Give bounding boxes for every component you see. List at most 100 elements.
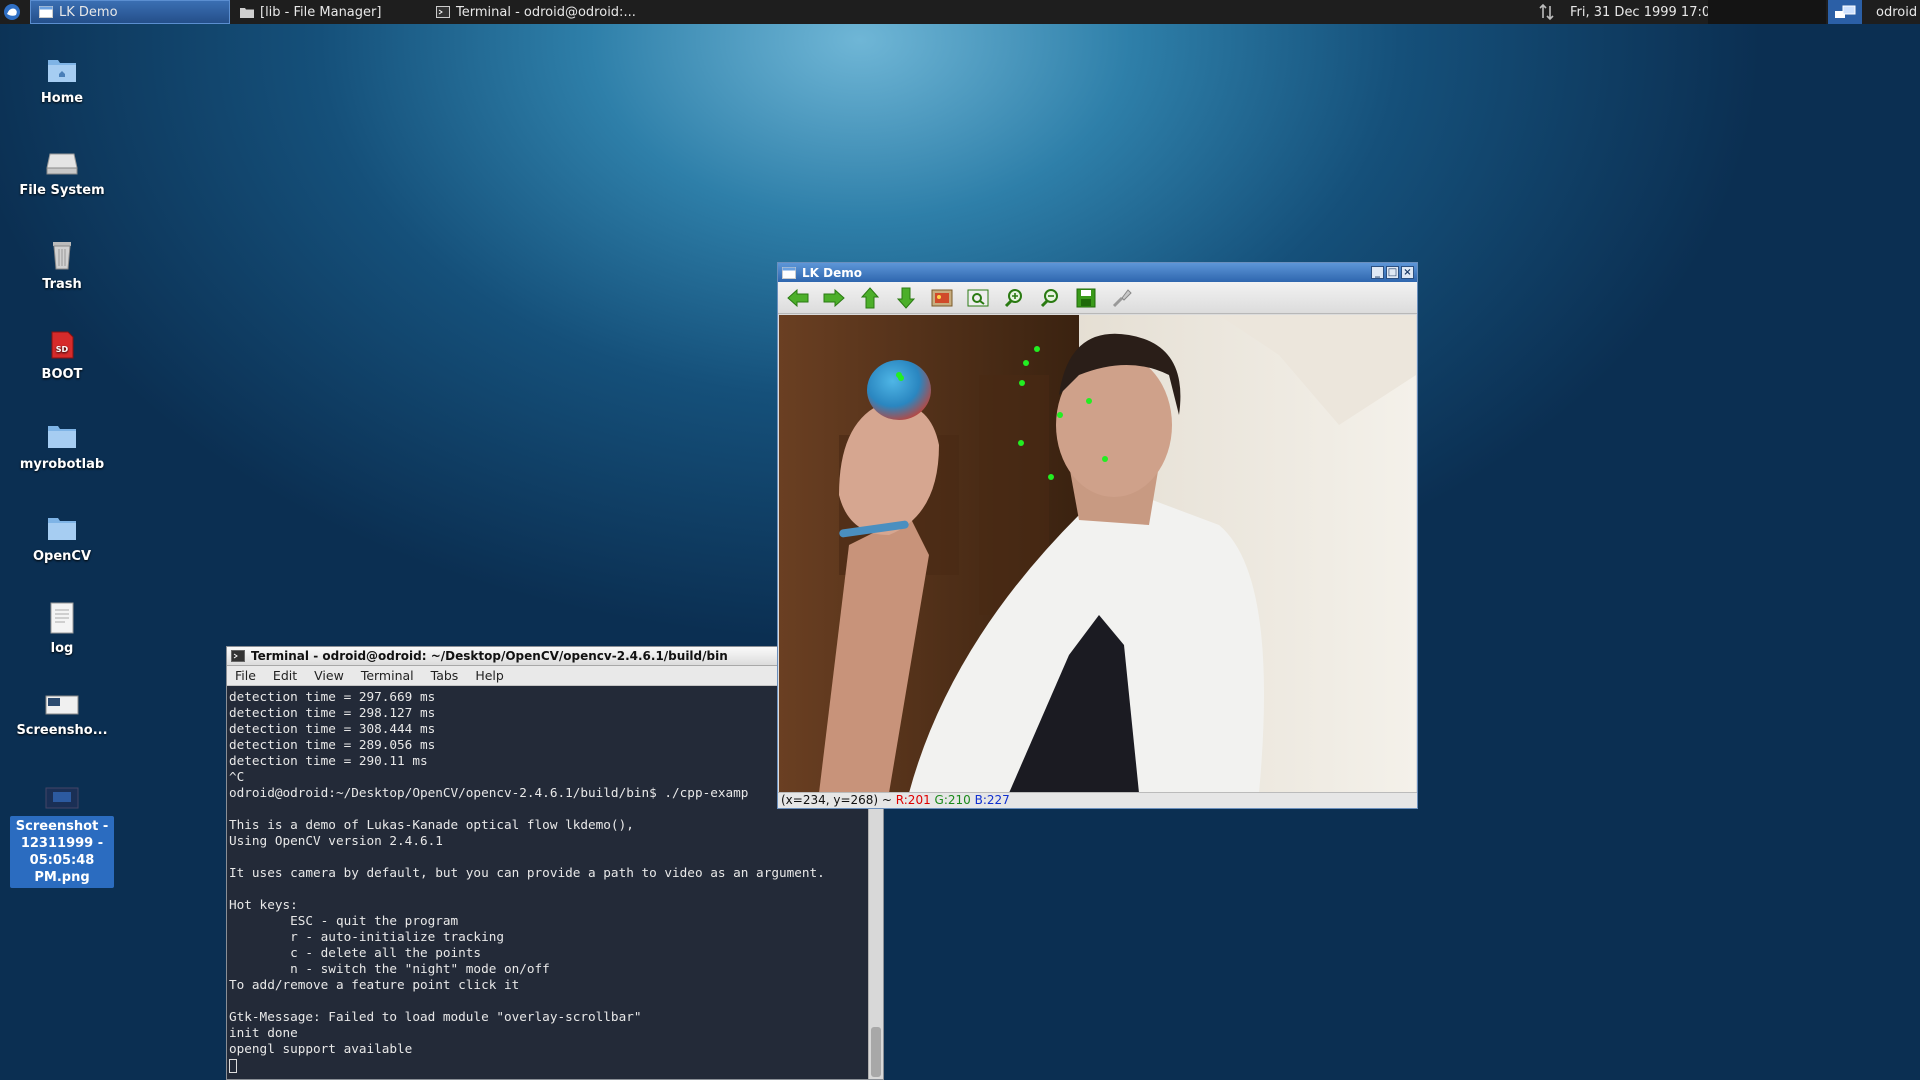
save-icon[interactable]: [1074, 286, 1098, 310]
network-icon[interactable]: [1538, 0, 1556, 24]
desktop-icon-label: log: [50, 641, 74, 656]
terminal-line: Hot keys:: [229, 897, 298, 912]
tracking-point[interactable]: [1023, 360, 1029, 366]
zoom-fit-icon[interactable]: [966, 286, 990, 310]
blue-value: B:227: [974, 793, 1010, 807]
window-icon: [782, 266, 796, 279]
terminal-line: detection time = 297.669 ms: [229, 689, 436, 704]
top-panel: LK Demo [lib - File Manager] Terminal - …: [0, 0, 1920, 24]
desktop-icon-label: OpenCV: [32, 549, 92, 564]
taskbar-item-file-manager[interactable]: [lib - File Manager]: [232, 0, 432, 24]
status-bar: (x=234, y=268) ~ R:201 G:210 B:227: [778, 792, 1417, 808]
camera-view[interactable]: [779, 315, 1416, 793]
tracking-point[interactable]: [1057, 412, 1063, 418]
desktop-icon-label: Screensho...: [16, 723, 108, 738]
terminal-line: n - switch the "night" mode on/off: [229, 961, 550, 976]
terminal-icon: [436, 6, 450, 18]
arrow-left-icon[interactable]: [786, 286, 810, 310]
taskbar-item-lk-demo[interactable]: LK Demo: [30, 0, 230, 24]
show-desktop-icon[interactable]: [1828, 0, 1862, 24]
menu-view[interactable]: View: [314, 668, 344, 683]
terminal-title: Terminal - odroid@odroid: ~/Desktop/Open…: [251, 649, 728, 663]
terminal-line: detection time = 290.11 ms: [229, 753, 428, 768]
terminal-cursor: [229, 1057, 866, 1073]
home-folder-icon: [46, 56, 78, 84]
tracking-point[interactable]: [1102, 456, 1108, 462]
text-file-icon: [49, 602, 75, 634]
desktop-icon-opencv[interactable]: OpenCV: [10, 514, 114, 565]
window-icon: [39, 6, 53, 18]
menu-tabs[interactable]: Tabs: [431, 668, 459, 683]
green-value: G:210: [934, 793, 971, 807]
menu-terminal[interactable]: Terminal: [361, 668, 414, 683]
minimize-button[interactable]: _: [1371, 266, 1384, 279]
desktop-icon-label: Trash: [42, 277, 82, 292]
terminal-line: ESC - quit the program: [229, 913, 459, 928]
tracking-point[interactable]: [1034, 346, 1040, 352]
properties-icon[interactable]: [1110, 286, 1134, 310]
tracking-point[interactable]: [898, 375, 904, 381]
taskbar-item-label: Terminal - odroid@odroid:...: [456, 4, 636, 20]
lk-demo-window[interactable]: LK Demo _ □ × (x=234, y=268) ~ R:201 G:2…: [777, 262, 1418, 809]
arrow-up-icon[interactable]: [858, 286, 882, 310]
desktop-icon-file-system[interactable]: File System: [10, 148, 114, 199]
maximize-button[interactable]: □: [1386, 266, 1399, 279]
cursor-coords: (x=234, y=268) ~: [781, 793, 896, 807]
taskbar-item-terminal[interactable]: Terminal - odroid@odroid:...: [428, 0, 638, 24]
zoom-out-icon[interactable]: [1038, 286, 1062, 310]
desktop-icon-label: File System: [19, 183, 105, 198]
arrow-right-icon[interactable]: [822, 286, 846, 310]
terminal-line: init done: [229, 1025, 298, 1040]
clock[interactable]: Fri, 31 Dec 1999 17:09: [1570, 0, 1718, 24]
close-button[interactable]: ×: [1401, 266, 1414, 279]
taskbar-item-label: LK Demo: [59, 4, 118, 20]
user-name[interactable]: odroid: [1876, 0, 1917, 24]
desktop-icon-home[interactable]: Home: [10, 56, 114, 107]
lk-demo-titlebar[interactable]: LK Demo _ □ ×: [778, 263, 1417, 282]
tracking-point[interactable]: [1086, 398, 1092, 404]
desktop-icon-label: Screenshot - 12311999 - 05:05:48 PM.png: [10, 816, 114, 888]
svg-text:SD: SD: [56, 345, 69, 354]
menu-help[interactable]: Help: [475, 668, 504, 683]
terminal-line: ^C: [229, 769, 245, 784]
hard-drive-icon: [45, 148, 79, 176]
desktop-icon-label: BOOT: [41, 367, 83, 382]
desktop-icon-label: Home: [40, 91, 84, 106]
terminal-output[interactable]: detection time = 297.669 ms detection tim…: [227, 687, 868, 1079]
terminal-line: To add/remove a feature point click it: [229, 977, 520, 992]
menu-file[interactable]: File: [235, 668, 256, 683]
desktop-icon-log[interactable]: log: [10, 602, 114, 657]
zoom-in-icon[interactable]: [1002, 286, 1026, 310]
tracking-point[interactable]: [1018, 440, 1024, 446]
desktop-icon-myrobotlab[interactable]: myrobotlab: [10, 422, 114, 473]
desktop-icon-boot[interactable]: SD BOOT: [10, 330, 114, 383]
image-file-icon: [45, 786, 79, 810]
terminal-line: This is a demo of Lukas-Kanade optical f…: [229, 817, 634, 832]
terminal-line: Using OpenCV version 2.4.6.1: [229, 833, 443, 848]
applications-menu-icon[interactable]: [2, 2, 22, 22]
menu-edit[interactable]: Edit: [273, 668, 297, 683]
arrow-down-icon[interactable]: [894, 286, 918, 310]
desktop-icon-screenshot-1[interactable]: Screensho...: [10, 694, 114, 739]
terminal-line: r - auto-initialize tracking: [229, 929, 504, 944]
terminal-line: detection time = 308.444 ms: [229, 721, 436, 736]
tracking-point[interactable]: [1019, 380, 1025, 386]
desktop-icon-trash[interactable]: Trash: [10, 238, 114, 293]
lk-demo-title: LK Demo: [802, 265, 862, 280]
folder-icon: [46, 514, 78, 542]
red-value: R:201: [895, 793, 931, 807]
desktop-icon-screenshot-2[interactable]: Screenshot - 12311999 - 05:05:48 PM.png: [10, 786, 114, 888]
terminal-line: detection time = 289.056 ms: [229, 737, 436, 752]
workspace-switcher[interactable]: [1708, 0, 1826, 24]
image-icon[interactable]: [930, 286, 954, 310]
folder-icon: [46, 422, 78, 450]
taskbar-item-label: [lib - File Manager]: [260, 4, 382, 20]
scrollbar-thumb[interactable]: [871, 1027, 881, 1077]
terminal-line: Gtk-Message: Failed to load module "over…: [229, 1009, 642, 1024]
tracking-point[interactable]: [1048, 474, 1054, 480]
terminal-line: detection time = 298.127 ms: [229, 705, 436, 720]
